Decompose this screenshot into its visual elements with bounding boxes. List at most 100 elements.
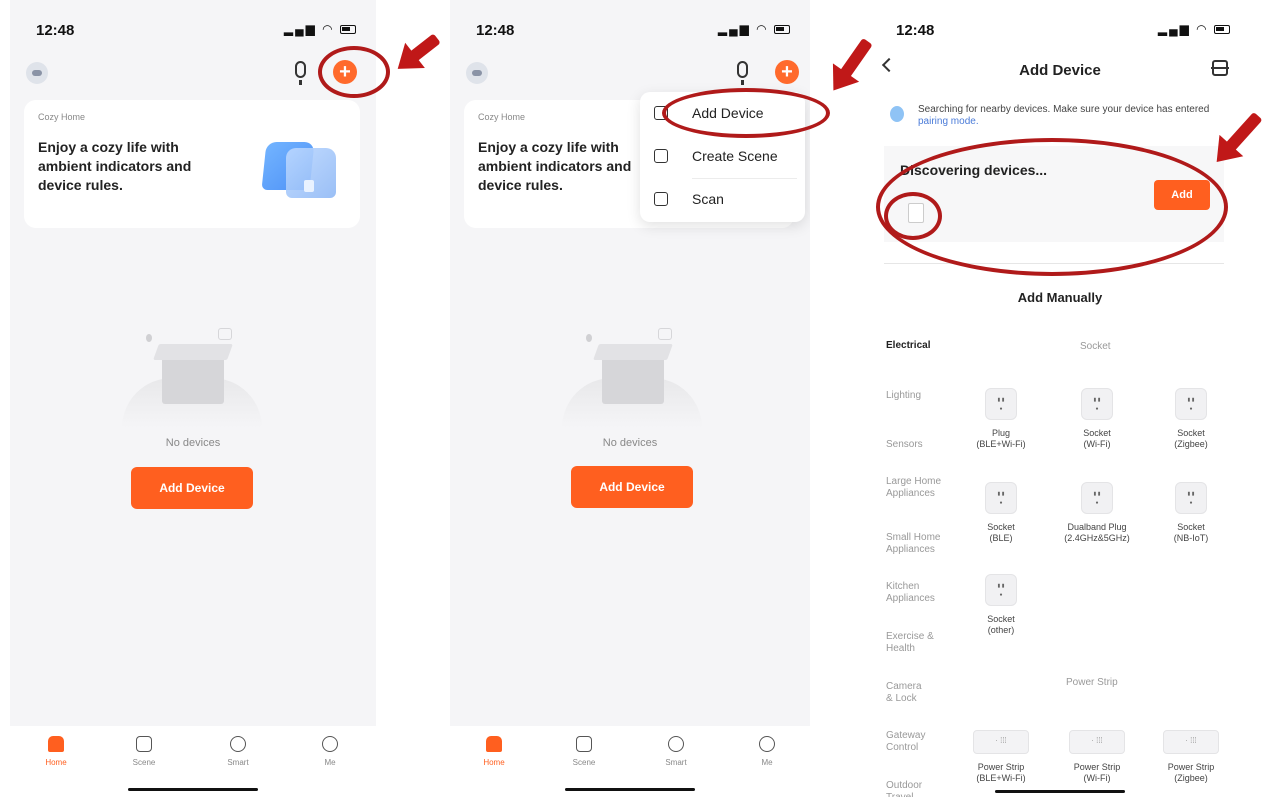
device-name: Socket	[1177, 522, 1205, 532]
category-kitchen-appliances[interactable]: Kitchen Appliances	[886, 581, 946, 605]
home-indicator	[565, 788, 695, 791]
scan-icon[interactable]	[1211, 60, 1229, 76]
tab-home[interactable]: Home	[464, 736, 524, 767]
microphone-icon[interactable]	[295, 61, 306, 85]
tab-smart[interactable]: Smart	[646, 736, 706, 767]
category-outdoor-travel[interactable]: Outdoor Travel	[886, 780, 930, 797]
device-power-strip-wifi[interactable]: Power Strip(Wi-Fi)	[1052, 730, 1142, 784]
category-small-home-appliances[interactable]: Small Home Appliances	[886, 532, 950, 556]
status-time: 12:48	[36, 22, 75, 39]
category-gateway-control[interactable]: Gateway Control	[886, 730, 934, 754]
smart-icon	[230, 736, 246, 752]
device-dualband-plug[interactable]: Dualband Plug(2.4GHz&5GHz)	[1052, 482, 1142, 544]
home-indicator	[995, 790, 1125, 793]
signal-icon: ▂▄▆	[283, 22, 317, 36]
add-device-screen: 12:48 ▂▄▆ ◠ Add Device Searching for nea…	[870, 0, 1250, 797]
status-time: 12:48	[476, 22, 515, 39]
promo-text: Enjoy a cozy life with ambient indicator…	[38, 139, 192, 193]
menu-item-create-scene[interactable]: Create Scene	[640, 137, 805, 177]
search-hint: Searching for nearby devices. Make sure …	[918, 104, 1218, 128]
home-avatar-icon[interactable]	[26, 62, 48, 84]
home-icon	[48, 736, 64, 752]
promo-label: Cozy Home	[38, 112, 86, 122]
promo-card[interactable]: Cozy Home Enjoy a cozy life with ambient…	[24, 100, 360, 228]
create-scene-icon	[654, 149, 668, 163]
arrow-to-add-device-menu-icon	[833, 37, 873, 88]
category-sensors[interactable]: Sensors	[886, 439, 956, 451]
add-plus-button[interactable]: +	[775, 60, 799, 84]
tab-label: Me	[324, 758, 336, 767]
device-sub: (Wi-Fi)	[1083, 773, 1111, 783]
tab-label: Me	[761, 758, 773, 767]
wifi-icon: ◠	[756, 22, 769, 36]
searching-icon	[890, 106, 904, 122]
promo-label: Cozy Home	[478, 112, 526, 122]
microphone-icon[interactable]	[737, 61, 748, 85]
search-hint-text: Searching for nearby devices. Make sure …	[918, 104, 1210, 115]
battery-icon	[1214, 25, 1230, 35]
signal-icon: ▂▄▆	[717, 22, 751, 36]
tab-me[interactable]: Me	[300, 736, 360, 767]
device-socket-zigbee[interactable]: Socket(Zigbee)	[1146, 388, 1236, 450]
device-sub: (BLE+Wi-Fi)	[976, 439, 1026, 449]
device-power-strip-ble-wifi[interactable]: Power Strip(BLE+Wi-Fi)	[956, 730, 1046, 784]
tab-home[interactable]: Home	[26, 736, 86, 767]
tab-label: Home	[45, 758, 67, 767]
device-sub: (BLE)	[989, 533, 1013, 543]
status-icons: ▂▄▆ ◠	[1158, 22, 1230, 36]
device-name: Power Strip	[977, 762, 1025, 772]
tab-label: Scene	[132, 758, 156, 767]
menu-item-label: Create Scene	[692, 148, 778, 164]
menu-item-label: Scan	[692, 191, 724, 207]
device-plug-ble-wifi[interactable]: Plug(BLE+Wi-Fi)	[956, 388, 1046, 450]
tab-label: Home	[483, 758, 505, 767]
tab-me[interactable]: Me	[737, 736, 797, 767]
socket-icon	[985, 482, 1017, 514]
home-icon	[486, 736, 502, 752]
device-socket-other[interactable]: Socket(other)	[956, 574, 1046, 636]
device-power-strip-zigbee[interactable]: Power Strip(Zigbee)	[1146, 730, 1236, 784]
house-illustration-icon	[261, 134, 338, 200]
tab-scene[interactable]: Scene	[114, 736, 174, 767]
add-device-button[interactable]: Add Device	[571, 466, 693, 508]
tab-scene[interactable]: Scene	[554, 736, 614, 767]
category-exercise-health[interactable]: Exercise & Health	[886, 631, 936, 655]
device-name: Socket	[1177, 428, 1205, 438]
status-icons: ▂▄▆ ◠	[284, 22, 356, 36]
tab-smart[interactable]: Smart	[208, 736, 268, 767]
device-socket-nbiot[interactable]: Socket(NB-IoT)	[1146, 482, 1236, 544]
add-device-button[interactable]: Add Device	[131, 467, 253, 509]
tab-bar: Home Scene Smart Me	[450, 726, 810, 797]
home-indicator	[128, 788, 258, 791]
highlight-ring-discovered-device	[884, 192, 942, 240]
highlight-ring-add-device-menu	[662, 88, 830, 138]
no-devices-text: No devices	[165, 437, 221, 449]
category-lighting[interactable]: Lighting	[886, 390, 956, 402]
pairing-mode-link[interactable]: pairing mode.	[918, 116, 979, 127]
tab-label: Smart	[227, 758, 249, 767]
device-socket-wifi[interactable]: Socket(Wi-Fi)	[1052, 388, 1142, 450]
tab-label: Smart	[665, 758, 687, 767]
power-strip-section-title: Power Strip	[1066, 677, 1118, 688]
menu-divider	[692, 178, 797, 179]
home-avatar-icon[interactable]	[466, 62, 488, 84]
empty-box-icon	[562, 320, 702, 428]
no-devices-text: No devices	[602, 437, 658, 449]
home-screen: 12:48 ▂▄▆ ◠ + Cozy Home Enjoy a cozy lif…	[10, 0, 376, 797]
category-camera-lock[interactable]: Camera & Lock	[886, 681, 930, 705]
device-name: Plug	[991, 428, 1010, 438]
page-title: Add Device	[1019, 62, 1101, 79]
signal-icon: ▂▄▆	[1157, 22, 1191, 36]
device-sub: (2.4GHz&5GHz)	[1064, 533, 1130, 543]
category-electrical[interactable]: Electrical	[886, 340, 956, 352]
device-name: Power Strip	[1167, 762, 1215, 772]
device-name: Dualband Plug	[1067, 522, 1127, 532]
wifi-icon: ◠	[1196, 22, 1209, 36]
scene-icon	[576, 736, 592, 752]
status-time: 12:48	[896, 22, 935, 39]
menu-item-scan[interactable]: Scan	[640, 180, 805, 220]
device-sub: (BLE+Wi-Fi)	[976, 773, 1026, 783]
device-socket-ble[interactable]: Socket(BLE)	[956, 482, 1046, 544]
socket-icon	[1175, 482, 1207, 514]
category-large-home-appliances[interactable]: Large Home Appliances	[886, 476, 944, 500]
